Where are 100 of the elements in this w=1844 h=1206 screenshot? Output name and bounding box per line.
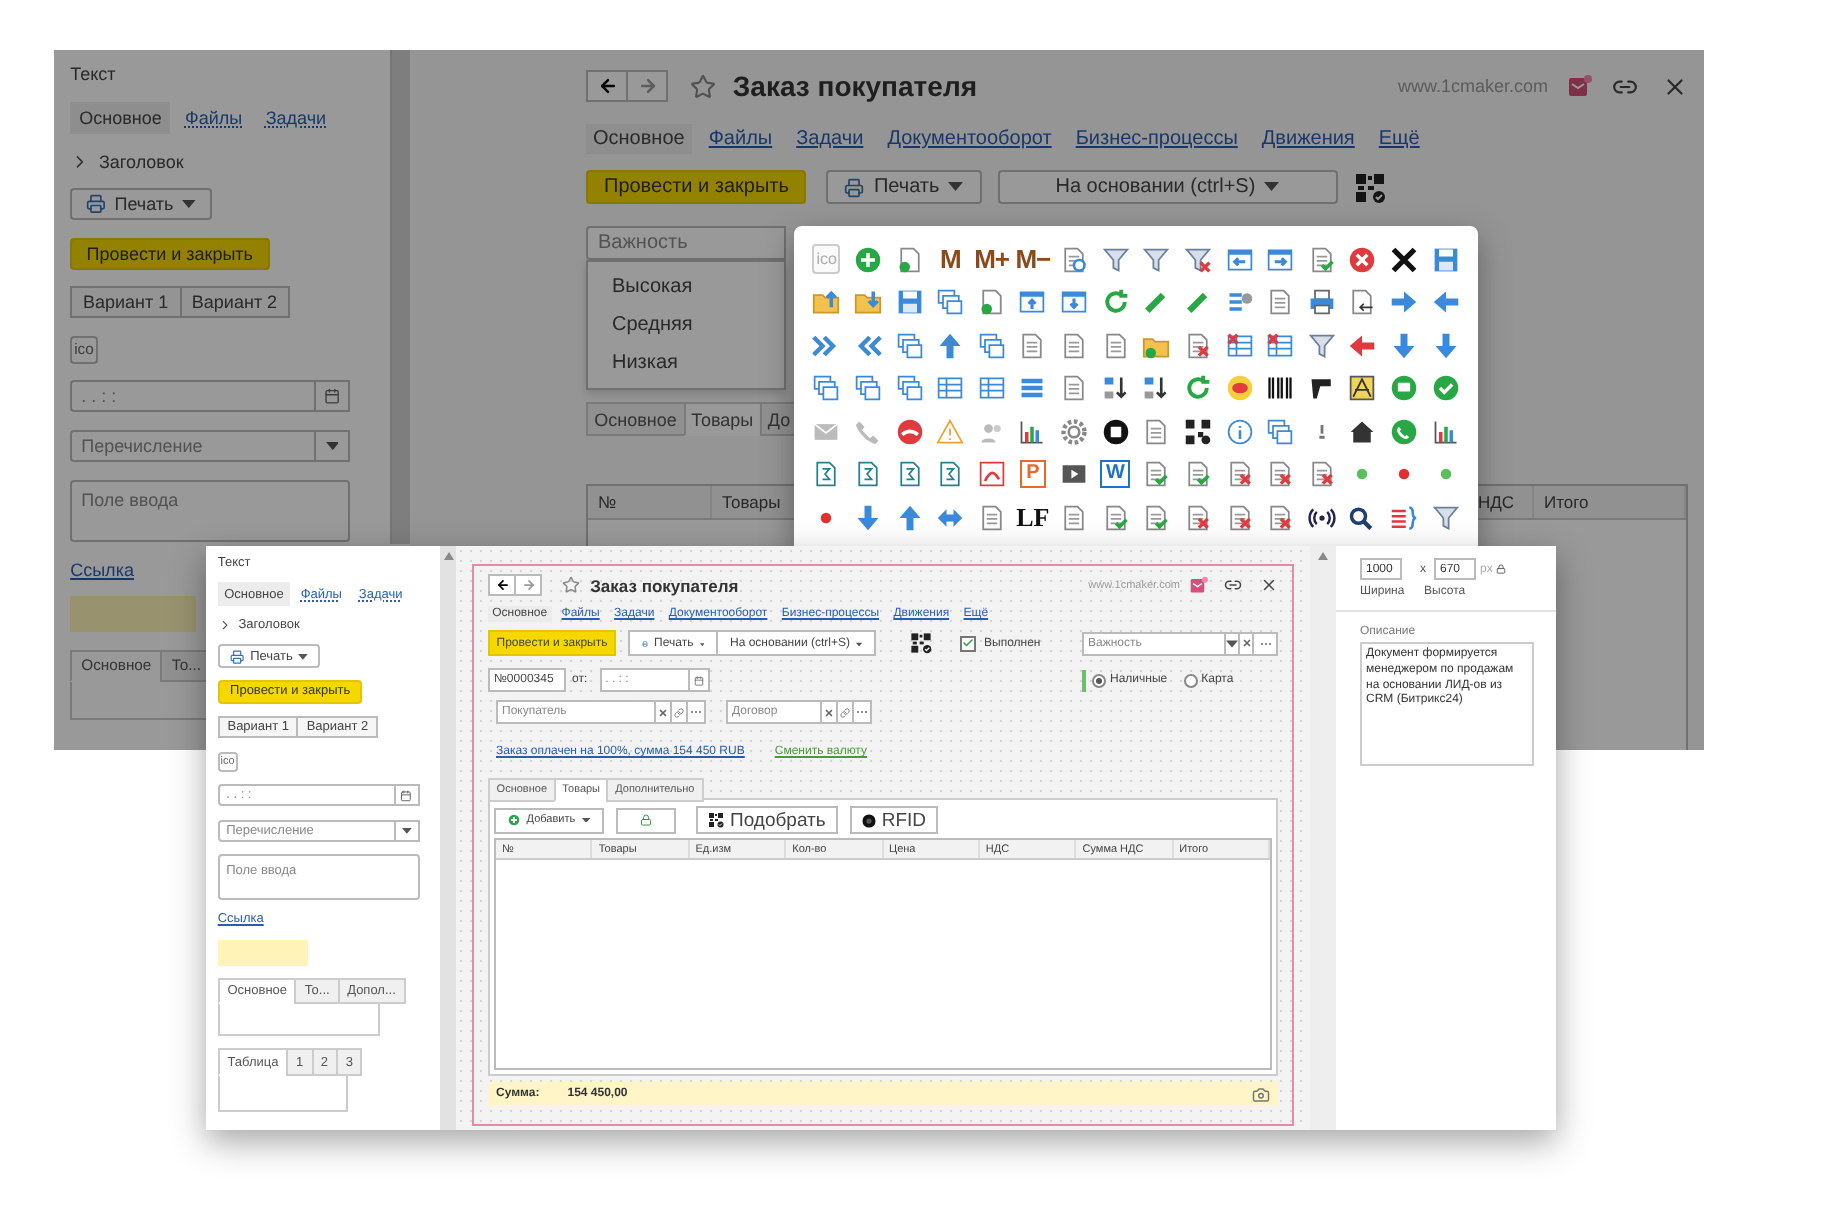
- post-button[interactable]: Провести и закрыть: [586, 170, 807, 204]
- double-arrow-icon[interactable]: [936, 503, 965, 532]
- mail-badge-icon[interactable]: [1568, 74, 1592, 98]
- calendar-button[interactable]: [395, 783, 420, 807]
- checkbox[interactable]: [960, 635, 976, 652]
- clear-button[interactable]: [1240, 631, 1254, 656]
- page-tab[interactable]: Основное: [586, 402, 686, 437]
- stacked-pages-icon[interactable]: [853, 374, 882, 403]
- lock-button[interactable]: [616, 807, 676, 834]
- list-icon[interactable]: [1018, 331, 1047, 360]
- list-icon[interactable]: [1060, 503, 1089, 532]
- pencil-icon[interactable]: [1183, 288, 1212, 317]
- scrollbar[interactable]: [1310, 546, 1336, 1130]
- broadcast-icon[interactable]: [1307, 503, 1336, 532]
- search-icon[interactable]: [1348, 503, 1377, 532]
- chevron-icon[interactable]: [217, 618, 232, 633]
- document-check-icon[interactable]: [1101, 503, 1130, 532]
- qr-code-icon[interactable]: [1183, 417, 1212, 446]
- printer-icon[interactable]: [1307, 288, 1336, 317]
- phone-circle-icon[interactable]: [895, 417, 924, 446]
- double-arrow-right-icon[interactable]: [812, 331, 841, 360]
- refresh-icon[interactable]: [1101, 288, 1130, 317]
- dropdown-button[interactable]: [1226, 631, 1240, 656]
- chat-bubble-icon[interactable]: [1390, 374, 1419, 403]
- scroll-up-icon[interactable]: [1318, 552, 1328, 560]
- funnel-icon[interactable]: [1431, 503, 1460, 532]
- list-icon[interactable]: [1060, 374, 1089, 403]
- close-icon[interactable]: [1260, 576, 1278, 594]
- document-sum-icon[interactable]: [812, 460, 841, 489]
- table-icon[interactable]: [936, 374, 965, 403]
- document-plus-icon[interactable]: [977, 288, 1006, 317]
- letter-icon[interactable]: M−: [1015, 244, 1051, 275]
- bar-chart-icon[interactable]: [1431, 417, 1460, 446]
- letter-icon[interactable]: LF: [1016, 501, 1050, 534]
- letter-box-icon[interactable]: W: [1099, 460, 1131, 489]
- scroll-up-icon[interactable]: [443, 552, 453, 560]
- folder-arrow-icon[interactable]: [853, 288, 882, 317]
- stacked-pages-icon[interactable]: [1266, 417, 1295, 446]
- letter-icon[interactable]: M: [940, 244, 961, 275]
- camera-icon[interactable]: [1252, 1085, 1270, 1103]
- stacked-pages-icon[interactable]: [812, 374, 841, 403]
- funnel-icon[interactable]: [1307, 331, 1336, 360]
- form-tab[interactable]: Файлы: [176, 101, 252, 135]
- warning-icon[interactable]: [936, 417, 965, 446]
- stacked-pages-icon[interactable]: [895, 331, 924, 360]
- qr-code-icon[interactable]: [910, 632, 932, 655]
- arrow-down-icon[interactable]: [1431, 331, 1460, 360]
- scrollbar[interactable]: [440, 546, 456, 1130]
- round-badge-icon[interactable]: [1101, 417, 1130, 446]
- letter-icon[interactable]: M+: [974, 244, 1010, 275]
- form-tab[interactable]: Задачи: [256, 101, 336, 135]
- list-icon[interactable]: [1266, 288, 1295, 317]
- radio-button[interactable]: [1183, 673, 1198, 688]
- document-cross-icon[interactable]: [1225, 460, 1254, 489]
- stacked-pages-icon[interactable]: [895, 374, 924, 403]
- refresh-icon[interactable]: [1183, 374, 1212, 403]
- page-tab[interactable]: Товары: [683, 402, 762, 437]
- document-sum-icon[interactable]: [936, 460, 965, 489]
- input-field[interactable]: Поле ввода: [70, 479, 350, 543]
- document-cross-icon[interactable]: [1183, 331, 1212, 360]
- document-sum-icon[interactable]: [853, 460, 882, 489]
- back-button[interactable]: [488, 574, 516, 596]
- arrow-right-icon[interactable]: [1390, 288, 1419, 317]
- arrow-left-icon[interactable]: [1348, 331, 1377, 360]
- clear-button[interactable]: [822, 700, 838, 725]
- table-cross-icon[interactable]: [1225, 331, 1254, 360]
- form-tab[interactable]: Движения: [1254, 124, 1362, 154]
- list-icon[interactable]: [1060, 331, 1089, 360]
- document-check-icon[interactable]: [1183, 460, 1212, 489]
- settings-icon[interactable]: [1060, 417, 1089, 446]
- arrow-down-icon[interactable]: [853, 503, 882, 532]
- stripes-icon[interactable]: [1018, 374, 1047, 403]
- document-check-icon[interactable]: [1142, 460, 1171, 489]
- letter-box-icon[interactable]: P: [1020, 460, 1046, 489]
- variant-button[interactable]: Вариант 1: [70, 286, 182, 319]
- list-icon[interactable]: [977, 503, 1006, 532]
- back-button[interactable]: [586, 70, 628, 102]
- form-tab[interactable]: Основное: [70, 101, 171, 135]
- pencil-icon[interactable]: [1142, 288, 1171, 317]
- dropdown-option[interactable]: Высокая: [588, 268, 784, 306]
- funnel-icon[interactable]: [1142, 245, 1171, 274]
- sort-icon[interactable]: [1101, 374, 1130, 403]
- link[interactable]: Ссылка: [70, 559, 134, 580]
- mail-badge-icon[interactable]: [1190, 576, 1208, 594]
- document-sum-icon[interactable]: [895, 460, 924, 489]
- dropdown-option[interactable]: Низкая: [588, 344, 784, 382]
- stacked-pages-icon[interactable]: [936, 288, 965, 317]
- date-field[interactable]: . . : :: [70, 380, 317, 413]
- table-icon[interactable]: [977, 374, 1006, 403]
- home-icon[interactable]: [1348, 417, 1377, 446]
- calendar-button[interactable]: [316, 380, 350, 413]
- folder-arrow-icon[interactable]: [812, 288, 841, 317]
- list-icon[interactable]: [1142, 417, 1171, 446]
- enum-field[interactable]: Перечисление: [70, 429, 317, 463]
- double-arrow-left-icon[interactable]: [853, 331, 882, 360]
- form-tab[interactable]: Задачи: [789, 124, 871, 154]
- sort-icon[interactable]: [1142, 374, 1171, 403]
- lock-icon[interactable]: [1496, 564, 1507, 574]
- select-button[interactable]: [688, 700, 706, 725]
- link-icon[interactable]: [1224, 576, 1242, 594]
